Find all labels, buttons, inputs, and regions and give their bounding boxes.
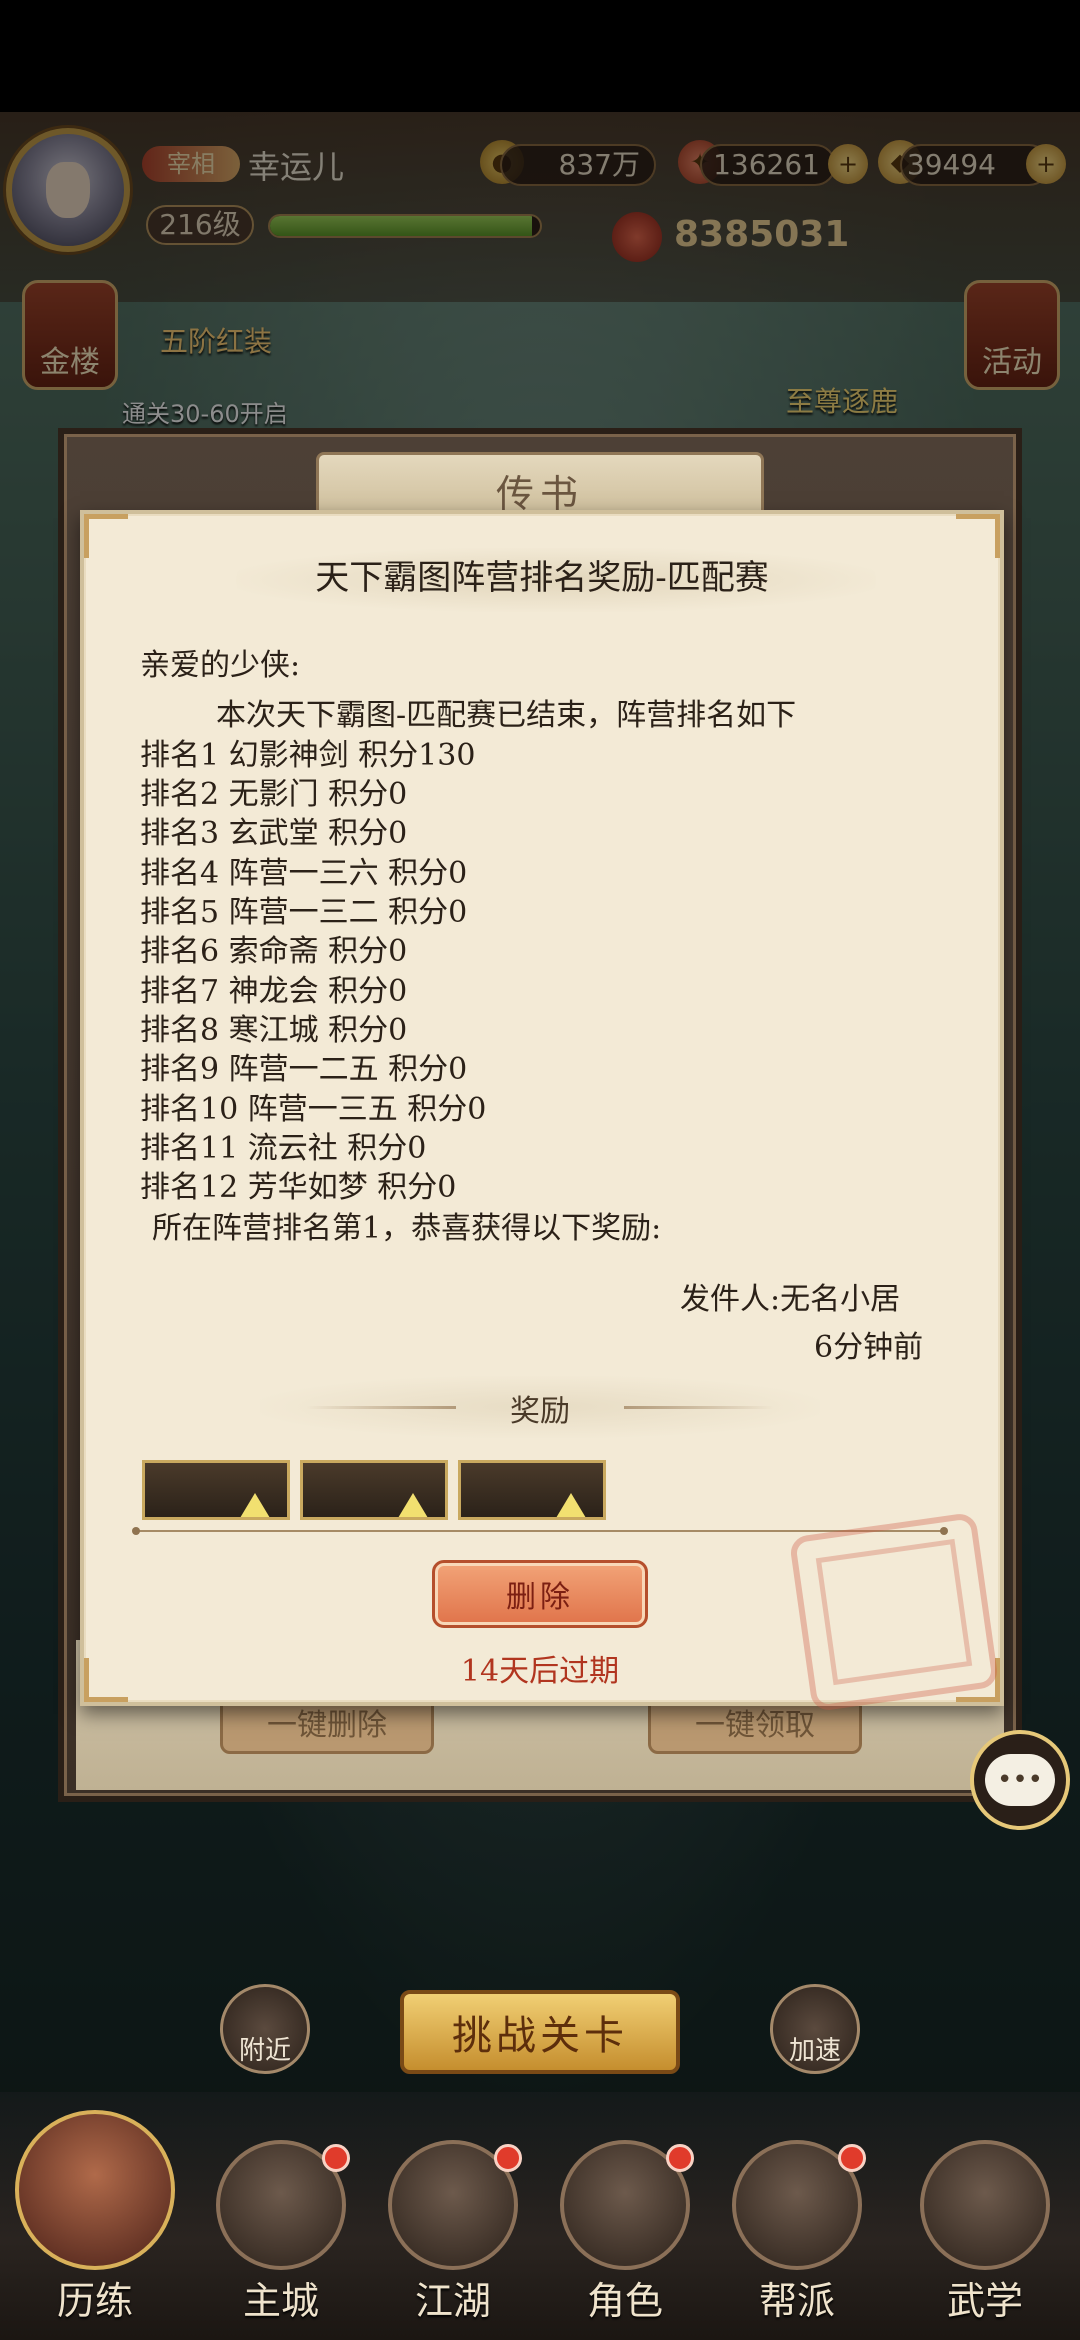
reward-item[interactable] <box>142 1460 290 1520</box>
letter-sender: 发件人:无名小居 <box>680 1282 901 1317</box>
challenge-stage-button[interactable]: 挑战关卡 <box>400 1990 680 2074</box>
nav-martial-arts[interactable]: 武学 <box>910 2110 1060 2330</box>
notification-dot <box>838 2144 866 2172</box>
letter-intro: 本次天下霸图-匹配赛已结束，阵营排名如下 <box>216 698 797 733</box>
nav-training[interactable]: 历练 <box>15 2110 175 2330</box>
reward-item[interactable] <box>458 1460 606 1520</box>
nav-label: 主城 <box>242 2279 319 2323</box>
ranking-line: 排名1 幻影神剑 积分130 <box>140 738 476 773</box>
letter-greeting: 亲爱的少侠: <box>140 648 301 683</box>
ranking-line: 排名3 玄武堂 积分0 <box>140 816 408 851</box>
status-bar <box>0 0 1080 112</box>
reward-item[interactable] <box>300 1460 448 1520</box>
nav-label: 帮派 <box>758 2279 835 2323</box>
nav-character[interactable]: 角色 <box>550 2110 700 2330</box>
ranking-line: 排名7 神龙会 积分0 <box>140 974 408 1009</box>
gem-icon <box>553 1493 589 1517</box>
ranking-line: 排名11 流云社 积分0 <box>140 1131 427 1166</box>
nav-guild[interactable]: 帮派 <box>722 2110 872 2330</box>
ranking-line: 排名12 芳华如梦 积分0 <box>140 1170 457 1205</box>
ranking-line: 排名5 阵营一三二 积分0 <box>140 895 468 930</box>
divider-dot <box>132 1527 140 1535</box>
ranking-line: 排名4 阵营一三六 积分0 <box>140 856 468 891</box>
seal-stamp <box>788 1511 1000 1713</box>
nav-main-city[interactable]: 主城 <box>206 2110 356 2330</box>
letter-conclusion: 所在阵营排名第1，恭喜获得以下奖励: <box>152 1211 662 1246</box>
ranking-line: 排名6 索命斋 积分0 <box>140 934 408 969</box>
nav-label: 历练 <box>56 2279 133 2323</box>
martial-arts-icon <box>920 2140 1050 2270</box>
reward-divider-left <box>306 1406 456 1409</box>
nav-label: 江湖 <box>414 2279 491 2323</box>
letter-title: 天下霸图阵营排名奖励-匹配赛 <box>315 558 769 598</box>
ranking-line: 排名8 寒江城 积分0 <box>140 1013 408 1048</box>
delete-button[interactable]: 删除 <box>432 1560 648 1628</box>
nav-label: 武学 <box>946 2279 1023 2323</box>
gem-icon <box>237 1493 273 1517</box>
nav-label: 角色 <box>586 2279 663 2323</box>
notification-dot <box>494 2144 522 2172</box>
reward-divider-right <box>624 1406 774 1409</box>
reward-title: 奖励 <box>510 1394 570 1429</box>
ranking-line: 排名9 阵营一二五 积分0 <box>140 1052 468 1087</box>
nearby-button[interactable]: 附近 <box>220 1984 310 2074</box>
gem-icon <box>395 1493 431 1517</box>
notification-dot <box>322 2144 350 2172</box>
notification-dot <box>666 2144 694 2172</box>
divider <box>136 1530 944 1532</box>
training-icon <box>15 2110 175 2270</box>
chat-button[interactable]: ••• <box>970 1730 1070 1830</box>
corner-ornament <box>84 1658 128 1702</box>
expire-notice: 14天后过期 <box>460 1654 620 1689</box>
letter-time: 6分钟前 <box>814 1330 924 1365</box>
chat-icon: ••• <box>985 1754 1055 1806</box>
speedup-button[interactable]: 加速 <box>770 1984 860 2074</box>
ranking-line: 排名2 无影门 积分0 <box>140 777 408 812</box>
ranking-line: 排名10 阵营一三五 积分0 <box>140 1092 487 1127</box>
nav-jianghu[interactable]: 江湖 <box>378 2110 528 2330</box>
